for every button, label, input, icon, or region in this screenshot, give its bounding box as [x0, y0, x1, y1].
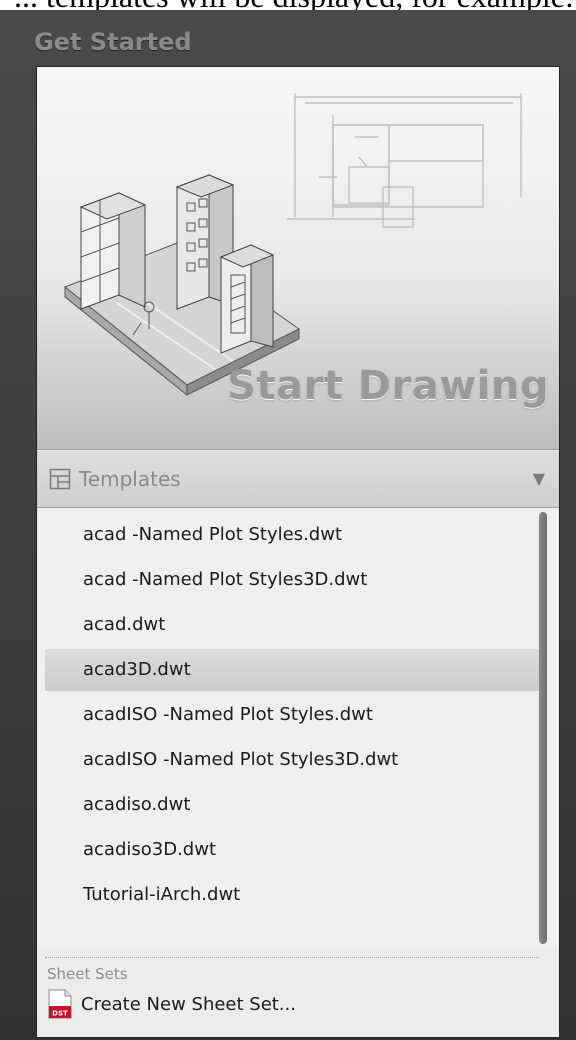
triangle-down-icon: ▼	[532, 469, 545, 488]
floor-plan-icon	[287, 93, 522, 228]
template-item-acad[interactable]: acad.dwt	[45, 604, 539, 646]
cropped-caption-text: ... templates will be displayed, for exa…	[14, 0, 574, 10]
template-icon	[49, 468, 71, 490]
template-item-acadiso-named-plot-styles[interactable]: acadISO -Named Plot Styles.dwt	[45, 694, 539, 736]
cropped-caption: ... templates will be displayed, for exa…	[0, 0, 576, 10]
templates-label: Templates	[79, 467, 181, 491]
templates-scrollbar[interactable]	[539, 512, 547, 944]
get-started-title: Get Started	[34, 28, 192, 56]
create-new-sheet-set-label: Create New Sheet Set...	[81, 993, 296, 1015]
get-started-frame: Get Started Start Drawing Templates ▼ ac…	[0, 10, 576, 1040]
template-item-acad-named-plot-styles[interactable]: acad -Named Plot Styles.dwt	[45, 514, 539, 556]
templates-list: acad -Named Plot Styles.dwt acad -Named …	[37, 508, 559, 948]
section-divider	[45, 957, 539, 958]
svg-text:DST: DST	[52, 1010, 68, 1018]
template-item-acad3d[interactable]: acad3D.dwt	[45, 649, 539, 691]
sheet-set-dst-icon: DST	[48, 989, 72, 1019]
start-drawing-label: Start Drawing	[227, 363, 549, 409]
template-item-tutorial-iarch[interactable]: Tutorial-iArch.dwt	[45, 874, 539, 916]
template-item-acadiso-named-plot-styles3d[interactable]: acadISO -Named Plot Styles3D.dwt	[45, 739, 539, 781]
city-block-icon	[64, 174, 300, 397]
start-drawing-button[interactable]: Start Drawing	[37, 67, 559, 450]
template-item-acadiso3d[interactable]: acadiso3D.dwt	[45, 829, 539, 871]
template-item-acad-named-plot-styles3d[interactable]: acad -Named Plot Styles3D.dwt	[45, 559, 539, 601]
templates-dropdown[interactable]: Templates ▼	[37, 451, 559, 508]
create-new-sheet-set-link[interactable]: DST Create New Sheet Set...	[47, 989, 296, 1019]
get-started-panel: Start Drawing Templates ▼ acad -Named Pl…	[36, 66, 560, 1038]
sheet-sets-heading: Sheet Sets	[47, 965, 128, 983]
template-item-acadiso[interactable]: acadiso.dwt	[45, 784, 539, 826]
scrollbar-thumb[interactable]	[539, 512, 547, 944]
